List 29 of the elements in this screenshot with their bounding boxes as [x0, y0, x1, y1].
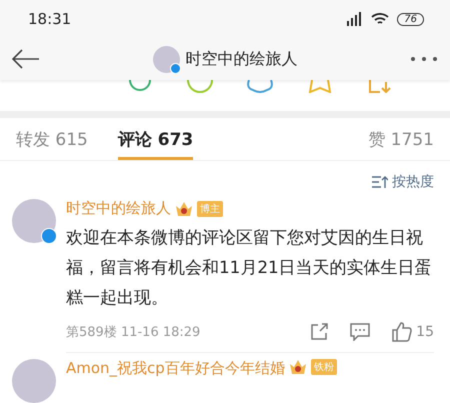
comment-text: 欢迎在本条微博的评论区留下您对艾因的生日祝福，留言将有机会和11月21日当天的实体生日蛋糕一起出现。	[66, 226, 433, 309]
user-avatar[interactable]	[12, 359, 56, 403]
comment-button[interactable]	[350, 323, 370, 341]
username[interactable]: 时空中的绘旅人	[66, 199, 171, 218]
likes-tab[interactable]: 赞 1751	[368, 118, 434, 160]
share-icon	[310, 323, 328, 341]
crown-icon	[288, 359, 307, 375]
like-button[interactable]: 15	[392, 322, 434, 342]
comment-meta: 第589楼 11-16 18:29	[66, 324, 202, 341]
role-badge: 铁粉	[310, 359, 337, 375]
nav-title: 时空中的绘旅人	[186, 48, 298, 70]
share-button[interactable]	[310, 323, 328, 341]
comment-icon	[350, 323, 370, 341]
username[interactable]: Amon_祝我cp百年好合今年结婚	[66, 359, 285, 378]
tab[interactable]: 评论 673	[118, 118, 194, 160]
tab[interactable]: 转发 615	[16, 118, 88, 160]
verified-icon	[170, 62, 180, 74]
back-icon[interactable]	[12, 49, 40, 69]
sort-icon	[372, 176, 388, 188]
crown-icon	[175, 200, 193, 216]
role-badge: 博主	[197, 200, 223, 216]
signal-icon	[345, 12, 364, 26]
thumbs-up-icon	[392, 322, 412, 342]
battery-level: 76	[397, 12, 424, 26]
sort-button[interactable]: 按热度	[372, 173, 434, 191]
user-avatar[interactable]	[12, 199, 56, 243]
wifi-icon	[371, 12, 390, 26]
clock: 18:31	[28, 10, 72, 28]
more-icon[interactable]	[410, 56, 438, 62]
